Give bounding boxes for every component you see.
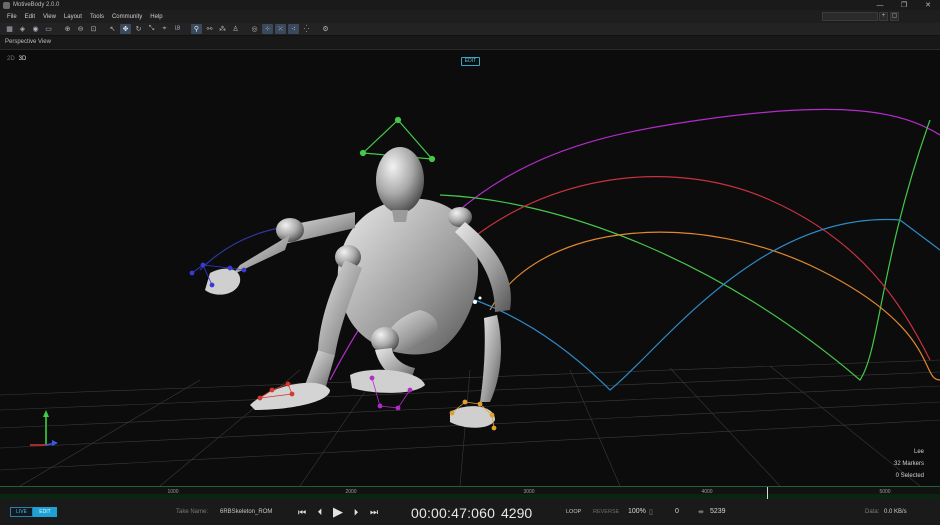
timeline-tick: 4000 bbox=[701, 489, 713, 495]
close-button[interactable]: ✕ bbox=[916, 0, 940, 10]
select-icon[interactable]: ↖ bbox=[107, 24, 118, 34]
take-name-label: Take Name: bbox=[176, 509, 209, 515]
scale-icon[interactable]: ⤡ bbox=[146, 24, 157, 34]
selected-count: 0 Selected bbox=[895, 473, 924, 479]
search-options-button[interactable]: + bbox=[879, 12, 888, 21]
viewport-info: Lee 32 Markers 0 Selected bbox=[894, 446, 924, 482]
asset-name: Lee bbox=[913, 449, 924, 455]
loop-button[interactable]: LOOP bbox=[566, 509, 581, 515]
motion-trails bbox=[199, 108, 940, 391]
edit-mode-button[interactable]: EDIT bbox=[33, 507, 57, 517]
skeleton-icon[interactable]: ⚲ bbox=[191, 24, 202, 34]
start-frame[interactable]: 0 bbox=[675, 508, 679, 515]
play-icon[interactable]: ▶ bbox=[331, 504, 345, 519]
zoom-out-icon[interactable]: ⊖ bbox=[75, 24, 86, 34]
toolbar: ▦ ◈ ◉ ▭ ⊕ ⊖ ⊡ ↖ ✥ ↻ ⤡ ⌖ ᴸᴮ ⚲ ⚯ ⁂ ♙ ◎ ⁘ ⁙… bbox=[0, 23, 940, 36]
timeline-tick: 1000 bbox=[167, 489, 179, 495]
eye-icon[interactable]: ◎ bbox=[249, 24, 260, 34]
marker-hip bbox=[473, 296, 482, 304]
mode-2d[interactable]: 2D bbox=[7, 56, 15, 62]
reverse-button[interactable]: REVERSE bbox=[593, 509, 619, 515]
scene-canvas[interactable] bbox=[0, 50, 940, 486]
end-frame[interactable]: 5239 bbox=[710, 508, 726, 515]
timeline-tick: 2000 bbox=[345, 489, 357, 495]
zoom-in-icon[interactable]: ⊕ bbox=[62, 24, 73, 34]
restore-button[interactable]: ❐ bbox=[892, 0, 916, 10]
menu-tools[interactable]: Tools bbox=[86, 14, 108, 20]
marker-icon[interactable]: ⁂ bbox=[217, 24, 228, 34]
menu-help[interactable]: Help bbox=[146, 14, 166, 20]
group-icon[interactable]: ⁘ bbox=[262, 24, 273, 34]
camera-icon[interactable]: ◉ bbox=[30, 24, 41, 34]
link-icon[interactable]: ⁙ bbox=[275, 24, 286, 34]
timeline-tick: 5000 bbox=[879, 489, 891, 495]
cloud-icon[interactable]: ⁛ bbox=[301, 24, 312, 34]
window-controls: — ❐ ✕ bbox=[868, 0, 940, 10]
live-mode-button[interactable]: LIVE bbox=[10, 507, 33, 517]
perspective-viewport[interactable]: 2D 3D EDIT Lee 32 Markers 0 Selected bbox=[0, 50, 940, 486]
playback-speed[interactable]: 100% bbox=[628, 508, 646, 515]
mode-3d[interactable]: 3D bbox=[19, 56, 27, 62]
menu-community[interactable]: Community bbox=[108, 14, 146, 20]
data-rate-label: Data: bbox=[865, 509, 880, 515]
rotate-icon[interactable]: ↻ bbox=[133, 24, 144, 34]
edit-mode-badge[interactable]: EDIT bbox=[461, 57, 480, 66]
grid-icon[interactable]: ▦ bbox=[4, 24, 15, 34]
app-logo-icon bbox=[3, 1, 10, 9]
minimize-button[interactable]: — bbox=[868, 0, 892, 10]
axis-gizmo-icon bbox=[30, 410, 58, 446]
end-frame-icon: ⇼ bbox=[698, 509, 704, 516]
layout-switch-button[interactable]: ▢ bbox=[890, 12, 899, 21]
view-title: Perspective View bbox=[5, 39, 51, 45]
view-header: Perspective View bbox=[0, 36, 940, 50]
live-edit-toggle[interactable]: LIVE EDIT bbox=[10, 507, 57, 517]
snap-icon[interactable]: ⌖ bbox=[159, 24, 170, 34]
label-icon[interactable]: ᴸᴮ bbox=[172, 24, 183, 34]
trajectory-icon[interactable]: ⁖ bbox=[288, 24, 299, 34]
timecode-display: 00:00:47:060 bbox=[411, 505, 496, 521]
view-mode-toggle[interactable]: 2D 3D bbox=[7, 56, 26, 62]
skip-to-start-icon[interactable]: ⏮ bbox=[295, 505, 309, 519]
step-back-icon[interactable]: ⏴ bbox=[313, 505, 327, 519]
title-bar: MotiveBody 2.0.0 — ❐ ✕ bbox=[0, 0, 940, 10]
menu-bar: File Edit View Layout Tools Community He… bbox=[0, 10, 940, 23]
trail-green bbox=[439, 119, 931, 381]
bone-icon[interactable]: ⚯ bbox=[204, 24, 215, 34]
view-icon[interactable]: ▭ bbox=[43, 24, 54, 34]
marker-count: 32 Markers bbox=[893, 461, 924, 467]
menu-layout[interactable]: Layout bbox=[60, 14, 86, 20]
menu-view[interactable]: View bbox=[39, 14, 60, 20]
window-title: MotiveBody 2.0.0 bbox=[13, 2, 60, 8]
data-rate-value: 0.0 KB/s bbox=[884, 509, 907, 515]
layers-icon[interactable]: ◈ bbox=[17, 24, 28, 34]
transport-buttons: ⏮ ⏴ ▶ ⏵ ⏭ bbox=[295, 504, 381, 519]
frame-display[interactable]: 4290 bbox=[501, 505, 532, 521]
menu-edit[interactable]: Edit bbox=[21, 14, 39, 20]
take-name-value[interactable]: 6RBSkeleton_ROM bbox=[220, 509, 272, 515]
zoom-fit-icon[interactable]: ⊡ bbox=[88, 24, 99, 34]
step-forward-icon[interactable]: ⏵ bbox=[349, 505, 363, 519]
search-input[interactable] bbox=[822, 12, 878, 21]
speed-icon: ▯ bbox=[649, 509, 653, 516]
body-icon[interactable]: ♙ bbox=[230, 24, 241, 34]
timeline-tick: 3000 bbox=[523, 489, 535, 495]
menu-file[interactable]: File bbox=[3, 14, 21, 20]
skip-to-end-icon[interactable]: ⏭ bbox=[367, 505, 381, 519]
playback-controls: LIVE EDIT Take Name: 6RBSkeleton_ROM ⏮ ⏴… bbox=[0, 499, 940, 525]
trail-orange bbox=[489, 231, 940, 381]
timeline-ruler[interactable]: 1000 2000 3000 4000 5000 bbox=[0, 486, 940, 500]
move-icon[interactable]: ✥ bbox=[120, 24, 131, 34]
settings-icon[interactable]: ⚙ bbox=[320, 24, 331, 34]
